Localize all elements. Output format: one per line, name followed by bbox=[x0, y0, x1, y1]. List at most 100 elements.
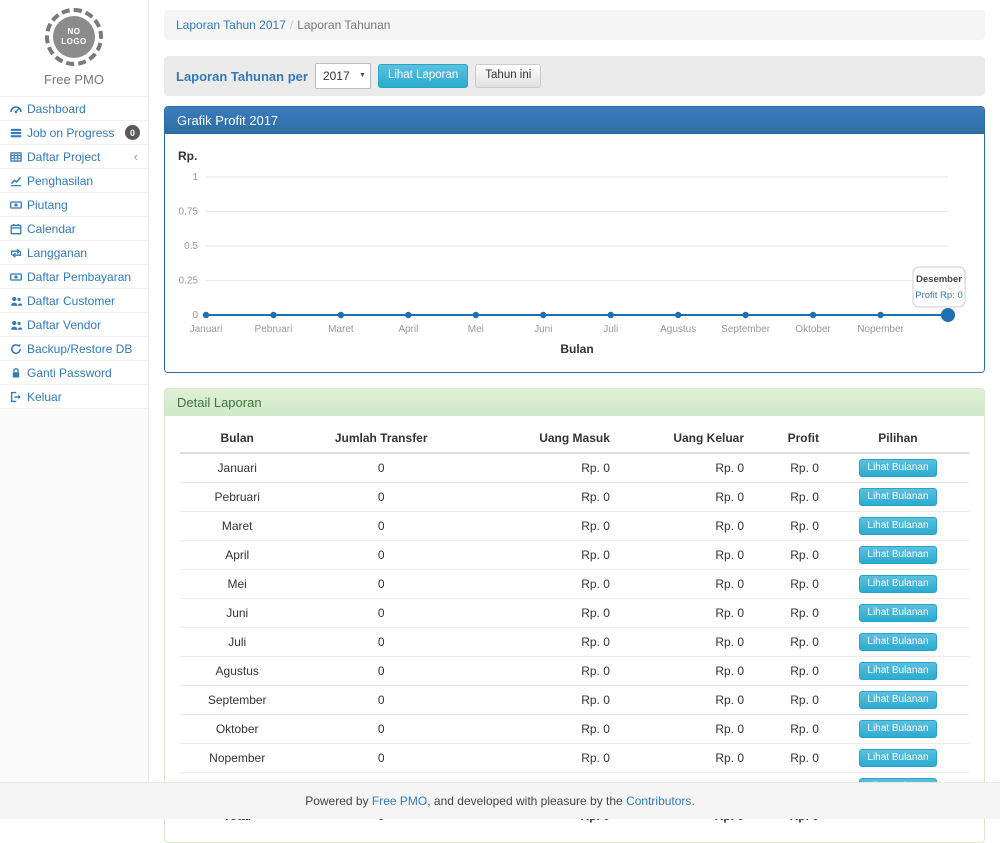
svg-text:Januari: Januari bbox=[190, 324, 223, 335]
lihat-bulanan-button[interactable]: Lihat Bulanan bbox=[859, 691, 936, 709]
cell-keluar: Rp. 0 bbox=[618, 686, 752, 715]
lihat-bulanan-button[interactable]: Lihat Bulanan bbox=[859, 546, 936, 564]
sidebar-item-langganan[interactable]: Langganan bbox=[0, 241, 148, 265]
lihat-bulanan-button[interactable]: Lihat Bulanan bbox=[859, 488, 936, 506]
sidebar-item-ganti-password[interactable]: Ganti Password bbox=[0, 361, 148, 385]
page-footer: Powered by Free PMO, and developed with … bbox=[0, 782, 1000, 819]
lihat-laporan-button[interactable]: Lihat Laporan bbox=[378, 64, 468, 88]
cell-profit: Rp. 0 bbox=[752, 599, 827, 628]
svg-text:Profit Rp: 0: Profit Rp: 0 bbox=[915, 290, 963, 301]
cell-jumlah: 0 bbox=[294, 541, 468, 570]
svg-text:Juni: Juni bbox=[534, 324, 552, 335]
lihat-bulanan-button[interactable]: Lihat Bulanan bbox=[859, 749, 936, 767]
cell-profit: Rp. 0 bbox=[752, 541, 827, 570]
lihat-bulanan-button[interactable]: Lihat Bulanan bbox=[859, 604, 936, 622]
cell-profit: Rp. 0 bbox=[752, 628, 827, 657]
lihat-bulanan-button[interactable]: Lihat Bulanan bbox=[859, 459, 936, 477]
breadcrumb-separator: / bbox=[290, 18, 293, 32]
svg-text:0.25: 0.25 bbox=[179, 276, 199, 287]
sidebar-item-calendar[interactable]: Calendar bbox=[0, 217, 148, 241]
table-header-row: Bulan Jumlah Transfer Uang Masuk Uang Ke… bbox=[180, 424, 969, 453]
cell-bulan: Oktober bbox=[180, 715, 294, 744]
users-icon bbox=[8, 319, 24, 331]
sidebar-item-keluar[interactable]: Keluar bbox=[0, 385, 148, 409]
cell-bulan: Juni bbox=[180, 599, 294, 628]
cell-keluar: Rp. 0 bbox=[618, 541, 752, 570]
chart-panel-title: Grafik Profit 2017 bbox=[165, 107, 984, 134]
sidebar-item-dashboard[interactable]: Dashboard bbox=[0, 97, 148, 121]
sidebar-item-daftar-customer[interactable]: Daftar Customer bbox=[0, 289, 148, 313]
sidebar-item-daftar-vendor[interactable]: Daftar Vendor bbox=[0, 313, 148, 337]
line-chart-icon bbox=[8, 175, 24, 187]
cell-bulan: Agustus bbox=[180, 657, 294, 686]
col-header-uang-masuk: Uang Masuk bbox=[468, 424, 618, 453]
brand-box: NO LOGO Free PMO bbox=[0, 0, 148, 97]
detail-panel-title: Detail Laporan bbox=[165, 389, 984, 416]
col-header-uang-keluar: Uang Keluar bbox=[618, 424, 752, 453]
cell-bulan: Januari bbox=[180, 453, 294, 483]
tahun-ini-button[interactable]: Tahun ini bbox=[475, 64, 541, 88]
sidebar-item-piutang[interactable]: Piutang bbox=[0, 193, 148, 217]
svg-text:Mei: Mei bbox=[468, 324, 484, 335]
cell-masuk: Rp. 0 bbox=[468, 453, 618, 483]
lihat-bulanan-button[interactable]: Lihat Bulanan bbox=[859, 517, 936, 535]
cell-keluar: Rp. 0 bbox=[618, 483, 752, 512]
detail-report-panel: Detail Laporan Bulan Jumlah Transfer Uan… bbox=[164, 388, 985, 843]
lihat-bulanan-button[interactable]: Lihat Bulanan bbox=[859, 720, 936, 738]
cell-keluar: Rp. 0 bbox=[618, 657, 752, 686]
cell-keluar: Rp. 0 bbox=[618, 744, 752, 773]
sidebar-item-label: Daftar Customer bbox=[27, 294, 140, 308]
cell-jumlah: 0 bbox=[294, 715, 468, 744]
cell-jumlah: 0 bbox=[294, 453, 468, 483]
logo-text-line2: LOGO bbox=[61, 37, 87, 47]
col-header-profit: Profit bbox=[752, 424, 827, 453]
sidebar-item-job-on-progress[interactable]: Job on Progress 0 bbox=[0, 121, 148, 145]
table-row: Pebruari 0 Rp. 0 Rp. 0 Rp. 0 Lihat Bulan… bbox=[180, 483, 969, 512]
col-header-bulan: Bulan bbox=[180, 424, 294, 453]
cell-bulan: September bbox=[180, 686, 294, 715]
sidebar-item-label: Piutang bbox=[27, 198, 140, 212]
sidebar-item-label: Langganan bbox=[27, 246, 140, 260]
profit-line-chart: Rp.10.750.50.250JanuariPebruariMaretApri… bbox=[165, 134, 984, 372]
cell-masuk: Rp. 0 bbox=[468, 570, 618, 599]
cell-profit: Rp. 0 bbox=[752, 570, 827, 599]
report-form-label: Laporan Tahunan per bbox=[176, 69, 308, 84]
refresh-icon bbox=[8, 343, 24, 355]
cell-profit: Rp. 0 bbox=[752, 453, 827, 483]
lihat-bulanan-button[interactable]: Lihat Bulanan bbox=[859, 575, 936, 593]
table-icon bbox=[8, 151, 24, 163]
lihat-bulanan-button[interactable]: Lihat Bulanan bbox=[859, 662, 936, 680]
cell-jumlah: 0 bbox=[294, 570, 468, 599]
sidebar-item-backup-restore[interactable]: Backup/Restore DB bbox=[0, 337, 148, 361]
sidebar-item-daftar-project[interactable]: Daftar Project ‹ bbox=[0, 145, 148, 169]
cell-jumlah: 0 bbox=[294, 512, 468, 541]
no-logo-image: NO LOGO bbox=[45, 8, 103, 66]
breadcrumb: Laporan Tahun 2017/Laporan Tahunan bbox=[164, 10, 985, 40]
lihat-bulanan-button[interactable]: Lihat Bulanan bbox=[859, 633, 936, 651]
table-row: Agustus 0 Rp. 0 Rp. 0 Rp. 0 Lihat Bulana… bbox=[180, 657, 969, 686]
year-select[interactable]: 2017 bbox=[315, 63, 371, 89]
logo-text-line1: NO bbox=[68, 27, 81, 37]
cell-keluar: Rp. 0 bbox=[618, 628, 752, 657]
cell-jumlah: 0 bbox=[294, 628, 468, 657]
svg-text:Pebruari: Pebruari bbox=[255, 324, 293, 335]
cell-keluar: Rp. 0 bbox=[618, 599, 752, 628]
table-row: Mei 0 Rp. 0 Rp. 0 Rp. 0 Lihat Bulanan bbox=[180, 570, 969, 599]
cell-masuk: Rp. 0 bbox=[468, 686, 618, 715]
tasks-icon bbox=[8, 127, 24, 139]
cell-masuk: Rp. 0 bbox=[468, 512, 618, 541]
table-row: September 0 Rp. 0 Rp. 0 Rp. 0 Lihat Bula… bbox=[180, 686, 969, 715]
contributors-link[interactable]: Contributors bbox=[626, 794, 691, 808]
sidebar-item-label: Job on Progress bbox=[27, 126, 125, 140]
sidebar-item-label: Daftar Pembayaran bbox=[27, 270, 140, 284]
cell-jumlah: 0 bbox=[294, 483, 468, 512]
free-pmo-link[interactable]: Free PMO bbox=[372, 794, 427, 808]
cell-masuk: Rp. 0 bbox=[468, 657, 618, 686]
cell-jumlah: 0 bbox=[294, 657, 468, 686]
cell-keluar: Rp. 0 bbox=[618, 453, 752, 483]
sidebar-item-penghasilan[interactable]: Penghasilan bbox=[0, 169, 148, 193]
profit-chart-panel: Grafik Profit 2017 Rp.10.750.50.250Janua… bbox=[164, 106, 985, 373]
breadcrumb-link[interactable]: Laporan Tahun 2017 bbox=[176, 18, 286, 32]
cell-keluar: Rp. 0 bbox=[618, 715, 752, 744]
sidebar-item-daftar-pembayaran[interactable]: Daftar Pembayaran bbox=[0, 265, 148, 289]
